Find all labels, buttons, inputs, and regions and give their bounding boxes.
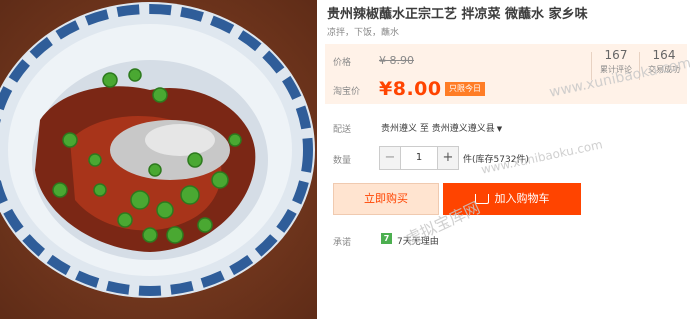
chili-bowl-illustration <box>0 0 317 319</box>
current-price: ¥8.00 <box>379 78 442 100</box>
shipping-info: 贵州遵义 至 贵州遵义遵义县 ▼ <box>381 121 502 134</box>
buy-now-button[interactable]: 立即购买 <box>333 183 439 215</box>
stat-reviews-value: 167 <box>604 48 628 62</box>
product-image <box>0 0 317 319</box>
product-subtitle: 凉拌，下饭，蘸水 <box>327 28 400 38</box>
add-to-cart-label: 加入购物车 <box>494 192 550 205</box>
promo-badge: 只限今日 <box>445 82 485 96</box>
buy-now-label: 立即购买 <box>364 192 408 205</box>
ship-from: 贵州遵义 <box>381 124 418 134</box>
price-label: 价格 <box>333 58 352 68</box>
promo-price-label: 淘宝价 <box>333 87 361 97</box>
promise-label: 承诺 <box>333 238 352 248</box>
ship-to-word: 至 <box>419 124 429 134</box>
ship-to: 贵州遵义遵义县 <box>431 124 495 134</box>
shipping-label: 配送 <box>333 125 352 135</box>
product-title: 贵州辣椒蘸水正宗工艺 拌凉菜 微蘸水 家乡味 <box>327 7 588 22</box>
quantity-stepper: − 1 + <box>379 146 459 170</box>
quantity-label: 数量 <box>333 156 352 166</box>
chevron-down-icon: ▼ <box>496 125 503 133</box>
increment-button[interactable]: + <box>437 147 458 169</box>
ship-to-select[interactable]: 贵州遵义遵义县 ▼ <box>432 124 502 134</box>
decrement-button[interactable]: − <box>380 147 401 169</box>
original-price: ¥ 8.90 <box>379 54 414 67</box>
quantity-input[interactable]: 1 <box>401 147 437 169</box>
seven-day-icon: 7 <box>381 233 392 244</box>
